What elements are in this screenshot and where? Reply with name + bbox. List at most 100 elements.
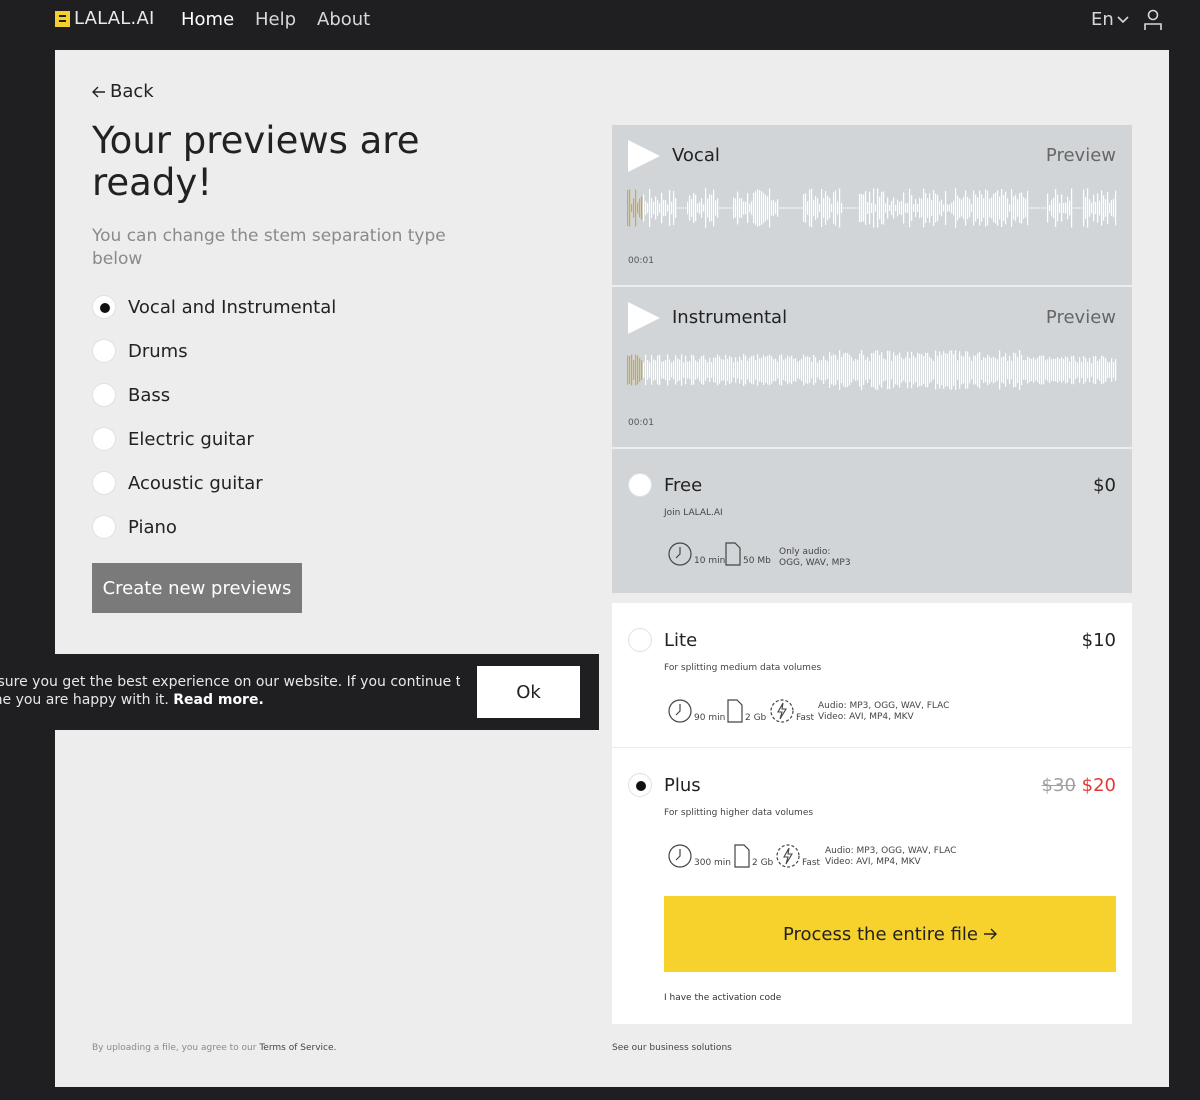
stem-card-vocal: Vocal Preview 00:01 [612,125,1132,285]
process-file-button[interactable]: Process the entire file [664,896,1116,972]
waveform-bar [839,350,841,390]
waveform-bar [803,194,805,222]
option-bass[interactable]: Bass [92,383,170,407]
option-piano[interactable]: Piano [92,515,177,539]
radio-button[interactable] [92,515,116,539]
waveform-bar [957,360,959,380]
waveform-bar [911,351,913,389]
read-more-link[interactable]: Read more. [173,692,264,708]
logo[interactable]: LALAL.AI [55,8,154,29]
activation-code-link[interactable]: I have the activation code [664,993,781,1003]
cookie-ok-button[interactable]: Ok [477,666,580,718]
user-icon[interactable] [1143,9,1163,31]
plan-radio-plus[interactable] [628,773,652,797]
waveform-bar [1103,195,1105,221]
waveform-bar [1109,362,1111,378]
waveform[interactable] [627,185,1117,231]
language-selector[interactable]: En [1091,9,1129,30]
formats-line-1: Audio: MP3, OGG, WAV, FLAC [825,846,957,856]
waveform-bar [757,354,759,386]
waveform-bar [1107,191,1109,225]
waveform-bar [655,196,657,220]
waveform-bar [709,357,711,383]
waveform-bar [717,354,719,386]
option-drums[interactable]: Drums [92,339,188,363]
waveform-bar [801,207,803,209]
waveform-bar [1079,207,1081,209]
waveform-bar [669,359,671,381]
create-previews-button[interactable]: Create new previews [92,563,302,613]
waveform-bar [1035,359,1037,381]
waveform-bar [627,355,629,385]
waveform-bar [815,195,817,221]
option-electric-guitar[interactable]: Electric guitar [92,427,254,451]
plan-free[interactable]: Free $0 Join LALAL.AI 10 min 50 Mb Only … [612,449,1132,593]
waveform-bar [735,357,737,383]
waveform-bar [1087,361,1089,379]
radio-button[interactable] [92,339,116,363]
stem-card-instrumental: Instrumental Preview 00:01 [612,287,1132,447]
nav-home-link[interactable]: Home [181,9,234,30]
business-solutions-link[interactable]: See our business solutions [612,1043,732,1053]
feature-minutes: 90 min [668,699,725,723]
radio-button[interactable] [92,295,116,319]
waveform-bar [827,361,829,379]
waveform-bar [723,207,725,209]
stem-preview-label: Preview [1045,145,1116,166]
waveform-bar [931,200,933,216]
formats-line-1: Only audio: [779,547,831,557]
radio-button[interactable] [92,383,116,407]
feature-size-label: 2 Gb [752,858,774,868]
plan-price-lite: $10 [1081,630,1116,651]
waveform-bar [1093,194,1095,222]
play-icon[interactable] [628,140,660,172]
waveform-bar [965,190,967,226]
waveform-bar [963,356,965,384]
radio-button[interactable] [92,427,116,451]
waveform-bar [885,203,887,213]
waveform-bar [987,190,989,226]
waveform-bar [1015,353,1017,387]
waveform-bar [975,355,977,385]
plan-price-plus: $30 $20 [1042,775,1116,796]
plan-radio-lite[interactable] [628,628,652,652]
option-vocal-instrumental[interactable]: Vocal and Instrumental [92,295,336,319]
play-icon[interactable] [628,302,660,334]
waveform-bar [833,354,835,386]
nav-about-link[interactable]: About [317,9,370,30]
waveform-bar [987,354,989,386]
waveform-bar [767,355,769,385]
waveform-bar [793,358,795,382]
option-acoustic-guitar[interactable]: Acoustic guitar [92,471,263,495]
waveform-bar [705,359,707,381]
back-link[interactable]: Back [92,81,154,102]
waveform-bar [951,350,953,390]
arrow-right-icon [984,928,998,940]
waveform-bar [917,203,919,213]
waveform-bar [813,354,815,386]
waveform-bar [941,354,943,386]
waveform-bar [689,361,691,379]
waveform-bar [1089,357,1091,383]
plan-radio[interactable] [628,473,652,497]
nav-help-link[interactable]: Help [255,9,296,30]
waveform-bar [697,361,699,379]
waveform-bar [1039,207,1041,209]
waveform-bar [665,199,667,217]
formats-line-2: OGG, WAV, MP3 [779,558,851,568]
waveform-bar [979,190,981,226]
waveform-bar [863,355,865,385]
waveform-bar [849,207,851,209]
waveform[interactable] [627,347,1117,393]
waveform-bar [777,199,779,217]
waveform-bar [871,202,873,214]
waveform-bar [1041,207,1043,209]
clock-icon [668,844,692,868]
terms-link[interactable]: Terms of Service. [259,1043,336,1053]
waveform-bar [1037,357,1039,383]
radio-button[interactable] [92,471,116,495]
waveform-bar [995,192,997,224]
waveform-bar [741,198,743,218]
waveform-bar [673,190,675,226]
plan-name-plus: Plus [664,775,701,796]
